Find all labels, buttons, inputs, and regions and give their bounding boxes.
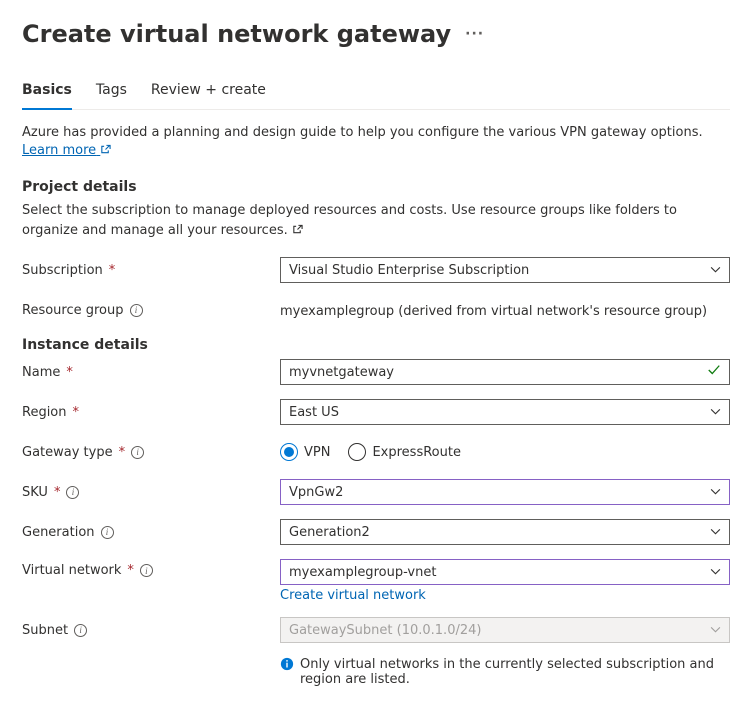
- chevron-down-icon: [710, 489, 721, 496]
- external-link-icon: [100, 143, 111, 161]
- region-select[interactable]: East US: [280, 399, 730, 425]
- virtual-network-value: myexamplegroup-vnet: [289, 565, 436, 580]
- subnet-label: Subnet i: [22, 623, 280, 638]
- project-details-desc: Select the subscription to manage deploy…: [22, 201, 730, 241]
- virtual-network-select[interactable]: myexamplegroup-vnet: [280, 559, 730, 585]
- external-link-icon: [292, 222, 303, 242]
- info-icon[interactable]: i: [131, 446, 144, 459]
- radio-label: VPN: [304, 445, 330, 460]
- subscription-select[interactable]: Visual Studio Enterprise Subscription: [280, 257, 730, 283]
- tab-bar: Basics Tags Review + create: [22, 76, 730, 110]
- resource-group-label: Resource group i: [22, 303, 280, 318]
- tab-review-create[interactable]: Review + create: [151, 76, 266, 110]
- chevron-down-icon: [710, 569, 721, 576]
- region-value: East US: [289, 405, 339, 420]
- tab-basics[interactable]: Basics: [22, 76, 72, 110]
- page-title: Create virtual network gateway ···: [22, 20, 730, 48]
- sku-value: VpnGw2: [289, 485, 343, 500]
- chevron-down-icon: [710, 627, 721, 634]
- intro-body: Azure has provided a planning and design…: [22, 125, 703, 140]
- vnet-filter-note-text: Only virtual networks in the currently s…: [300, 657, 730, 687]
- page-title-text: Create virtual network gateway: [22, 20, 451, 48]
- name-label: Name*: [22, 365, 280, 380]
- learn-more-link[interactable]: Learn more: [22, 143, 111, 158]
- subnet-select: GatewaySubnet (10.0.1.0/24): [280, 617, 730, 643]
- subnet-value: GatewaySubnet (10.0.1.0/24): [289, 623, 481, 638]
- intro-text: Azure has provided a planning and design…: [22, 124, 730, 161]
- region-label: Region*: [22, 405, 280, 420]
- gateway-type-vpn-radio[interactable]: VPN: [280, 443, 330, 461]
- info-icon[interactable]: i: [66, 486, 79, 499]
- info-solid-icon: [280, 657, 294, 676]
- chevron-down-icon: [710, 409, 721, 416]
- radio-label: ExpressRoute: [372, 445, 461, 460]
- tab-tags[interactable]: Tags: [96, 76, 127, 110]
- name-value: myvnetgateway: [289, 365, 394, 380]
- more-actions-icon[interactable]: ···: [465, 26, 484, 42]
- subscription-value: Visual Studio Enterprise Subscription: [289, 263, 529, 278]
- gateway-type-expressroute-radio[interactable]: ExpressRoute: [348, 443, 461, 461]
- virtual-network-label: Virtual network* i: [22, 559, 280, 578]
- check-icon: [707, 363, 721, 381]
- gateway-type-radio-group: VPN ExpressRoute: [280, 443, 730, 461]
- subscription-label: Subscription*: [22, 263, 280, 278]
- instance-details-heading: Instance details: [22, 337, 730, 353]
- name-input[interactable]: myvnetgateway: [280, 359, 730, 385]
- vnet-filter-note: Only virtual networks in the currently s…: [280, 657, 730, 687]
- generation-select[interactable]: Generation2: [280, 519, 730, 545]
- sku-label: SKU* i: [22, 485, 280, 500]
- info-icon[interactable]: i: [130, 304, 143, 317]
- project-details-heading: Project details: [22, 179, 730, 195]
- info-icon[interactable]: i: [140, 564, 153, 577]
- chevron-down-icon: [710, 529, 721, 536]
- generation-label: Generation i: [22, 525, 280, 540]
- sku-select[interactable]: VpnGw2: [280, 479, 730, 505]
- gateway-type-label: Gateway type* i: [22, 445, 280, 460]
- resource-group-value: myexamplegroup (derived from virtual net…: [280, 302, 730, 319]
- generation-value: Generation2: [289, 525, 370, 540]
- info-icon[interactable]: i: [74, 624, 87, 637]
- info-icon[interactable]: i: [101, 526, 114, 539]
- chevron-down-icon: [710, 267, 721, 274]
- create-virtual-network-link[interactable]: Create virtual network: [280, 588, 730, 603]
